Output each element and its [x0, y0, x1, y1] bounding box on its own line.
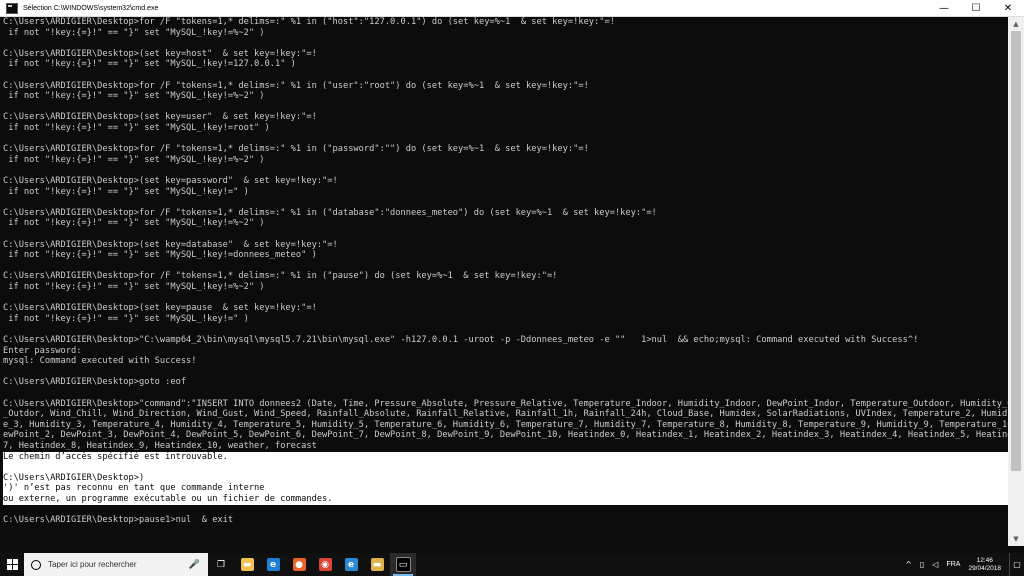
close-button[interactable]: ✕: [992, 0, 1024, 16]
console-line: if not "!key:{=}!" == "}" set "MySQL_!ke…: [3, 27, 265, 38]
console-line: if not "!key:{=}!" == "}" set "MySQL_!ke…: [3, 218, 265, 229]
window-title: Sélection C:\WINDOWS\system32\cmd.exe: [23, 4, 159, 12]
console-line: C:\Users\ARDIGIER\Desktop>for /F "tokens…: [3, 207, 657, 218]
console-line: C:\Users\ARDIGIER\Desktop>pause1>nul & e…: [3, 515, 234, 526]
console-line: C:\Users\ARDIGIER\Desktop>for /F "tokens…: [3, 271, 558, 282]
console-line: if not "!key:{=}!" == "}" set "MySQL_!ke…: [3, 154, 265, 165]
taskbar: Taper ici pour rechercher 🎤 ❐ ▬ e ● ◉ e ▬ ▭ ^ ▯…: [0, 553, 1024, 576]
console-line: C:\Users\ARDIGIER\Desktop>"command":"INS…: [3, 398, 1008, 409]
search-placeholder: Taper ici pour rechercher: [48, 560, 137, 569]
firefox-icon: ●: [292, 558, 306, 571]
console-line: e_3, Humidity_3, Temperature_4, Humidity…: [3, 419, 1008, 430]
console-line: C:\Users\ARDIGIER\Desktop>"C:\wamp64_2\b…: [3, 335, 919, 345]
console-line: C:\Users\ARDIGIER\Desktop>(set key=passw…: [3, 176, 338, 186]
console-line: ewPoint_2, DewPoint_3, DewPoint_4, DewPo…: [3, 430, 1008, 441]
console-line: Enter password:: [3, 345, 82, 356]
console-line: C:\Users\ARDIGIER\Desktop>): [3, 472, 1008, 484]
system-tray: ^ ▯ ◁ FRA 12:46 29/04/2018 ▢: [905, 553, 1024, 576]
clock-date: 29/04/2018: [968, 564, 1001, 572]
cmd-taskbar-button[interactable]: ▭: [390, 553, 416, 576]
show-hidden-icons-icon[interactable]: ^: [905, 560, 912, 569]
start-button[interactable]: [0, 553, 24, 576]
scroll-down-icon[interactable]: ▼: [1008, 532, 1024, 546]
folder-icon: ▬: [370, 558, 384, 571]
cmd-icon: [6, 2, 18, 14]
internet-explorer-icon: e: [344, 558, 358, 571]
console-line: mysql: Command executed with Success!: [3, 356, 197, 367]
console-line: if not "!key:{=}!" == "}" set "MySQL_!ke…: [3, 186, 249, 197]
vertical-scrollbar[interactable]: ▲ ▼: [1008, 17, 1024, 546]
volume-icon[interactable]: ◁: [932, 560, 938, 569]
console-line: if not "!key:{=}!" == "}" set "MySQL_!ke…: [3, 91, 265, 102]
console-line: C:\Users\ARDIGIER\Desktop>for /F "tokens…: [3, 144, 589, 155]
console-line: if not "!key:{=}!" == "}" set "MySQL_!ke…: [3, 250, 317, 261]
internet-explorer-taskbar-button[interactable]: e: [338, 553, 364, 576]
file-explorer-icon: ▬: [240, 558, 254, 571]
chrome-taskbar-button[interactable]: ◉: [312, 553, 338, 576]
task-view-icon: ❐: [216, 559, 226, 570]
console-line: ou externe, un programme exécutable ou u…: [3, 494, 1008, 505]
console-line: if not "!key:{=}!" == "}" set "MySQL_!ke…: [3, 282, 265, 292]
folder-taskbar-button[interactable]: ▬: [364, 553, 390, 576]
pinned-apps: ❐ ▬ e ● ◉ e ▬ ▭: [208, 553, 416, 576]
console-line: C:\Users\ARDIGIER\Desktop>for /F "tokens…: [3, 17, 615, 27]
console-line: C:\Users\ARDIGIER\Desktop>goto :eof: [3, 377, 187, 388]
console-line: if not "!key:{=}!" == "}" set "MySQL_!ke…: [3, 313, 249, 324]
console-line: C:\Users\ARDIGIER\Desktop>for /F "tokens…: [3, 80, 589, 91]
console-line: if not "!key:{=}!" == "}" set "MySQL_!ke…: [3, 123, 270, 133]
console-line: 7, Heatindex_8, Heatindex_9, Heatindex_1…: [3, 441, 317, 451]
console-line: Le chemin d’accès spécifié est introuvab…: [3, 451, 1008, 463]
console-line: C:\Users\ARDIGIER\Desktop>(set key=pause…: [3, 303, 317, 314]
console-line: if not "!key:{=}!" == "}" set "MySQL_!ke…: [3, 59, 296, 70]
scrollbar-thumb[interactable]: [1011, 31, 1021, 471]
microphone-icon[interactable]: 🎤: [189, 560, 200, 570]
cmd-icon: ▭: [395, 557, 411, 572]
chrome-icon: ◉: [318, 558, 332, 571]
minimize-button[interactable]: —: [928, 0, 960, 16]
windows-logo-icon: [6, 559, 18, 570]
window-controls: — ☐ ✕: [928, 0, 1024, 16]
cortana-icon: [31, 559, 41, 570]
network-icon[interactable]: ▯: [920, 560, 924, 569]
console-line: _Outdor, Wind_Chill, Wind_Direction, Win…: [3, 409, 1008, 420]
file-explorer-taskbar-button[interactable]: ▬: [234, 553, 260, 576]
firefox-taskbar-button[interactable]: ●: [286, 553, 312, 576]
console-line: [3, 462, 1008, 473]
edge-taskbar-button[interactable]: e: [260, 553, 286, 576]
language-indicator[interactable]: FRA: [946, 561, 960, 568]
edge-icon: e: [266, 558, 280, 571]
clock-time: 12:46: [976, 556, 993, 564]
console-line: C:\Users\ARDIGIER\Desktop>(set key=datab…: [3, 239, 338, 250]
console-line: ')' n’est pas reconnu en tant que comman…: [3, 483, 1008, 494]
scroll-up-icon[interactable]: ▲: [1008, 17, 1024, 31]
maximize-button[interactable]: ☐: [960, 0, 992, 16]
title-bar: Sélection C:\WINDOWS\system32\cmd.exe — …: [0, 0, 1024, 17]
taskbar-search[interactable]: Taper ici pour rechercher 🎤: [24, 553, 208, 576]
console-output[interactable]: C:\Users\ARDIGIER\Desktop>for /F "tokens…: [0, 17, 1008, 546]
action-center-icon[interactable]: ▢: [1009, 553, 1024, 576]
task-view-taskbar-button[interactable]: ❐: [208, 553, 234, 576]
console-line: C:\Users\ARDIGIER\Desktop>(set key=host"…: [3, 48, 317, 59]
clock[interactable]: 12:46 29/04/2018: [968, 557, 1001, 573]
console-line: C:\Users\ARDIGIER\Desktop>(set key=user"…: [3, 112, 317, 123]
